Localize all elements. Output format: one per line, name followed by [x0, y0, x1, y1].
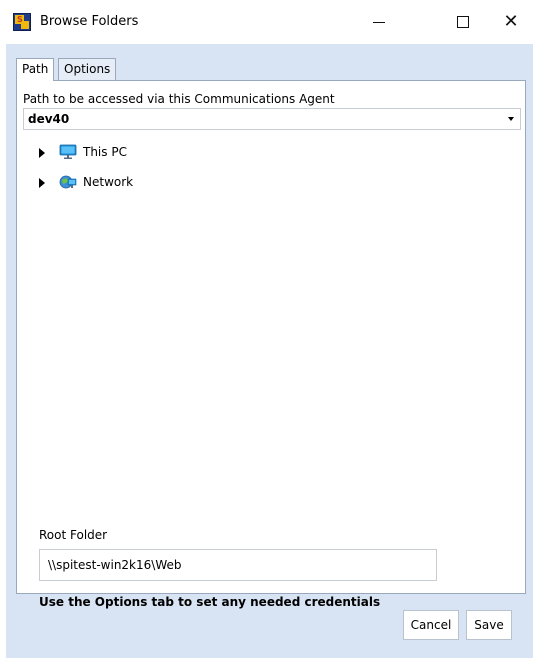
root-folder-input[interactable]: \\spitest-win2k16\Web — [39, 549, 437, 581]
chevron-down-icon[interactable] — [508, 117, 514, 121]
minimize-button[interactable] — [357, 0, 403, 44]
save-button[interactable]: Save — [466, 610, 512, 640]
tab-options[interactable]: Options — [58, 58, 117, 80]
expand-arrow-icon[interactable] — [39, 148, 45, 158]
minimize-icon — [373, 22, 385, 23]
close-button[interactable]: ✕ — [488, 0, 534, 44]
close-icon: ✕ — [503, 11, 519, 32]
tab-options-label: Options — [64, 62, 111, 76]
maximize-button[interactable] — [440, 0, 486, 44]
cancel-button[interactable]: Cancel — [403, 610, 459, 640]
window-title: Browse Folders — [40, 14, 139, 29]
monitor-icon — [59, 144, 77, 159]
tab-path-label: Path — [22, 62, 49, 76]
credentials-hint: Use the Options tab to set any needed cr… — [39, 595, 381, 609]
network-icon — [59, 175, 77, 189]
root-folder-value: \\spitest-win2k16\Web — [48, 558, 182, 572]
path-label: Path to be accessed via this Communicati… — [23, 92, 335, 106]
title-bar: S Browse Folders ✕ — [0, 0, 534, 44]
tab-path[interactable]: Path — [16, 58, 55, 81]
root-folder-label: Root Folder — [39, 528, 108, 542]
tree-item-label: Network — [83, 175, 134, 189]
expand-arrow-icon[interactable] — [39, 178, 45, 188]
dialog-client-area: Path Options Path to be accessed via thi… — [6, 44, 533, 658]
tree-item-label: This PC — [83, 145, 127, 159]
path-tab-panel: Path to be accessed via this Communicati… — [16, 80, 526, 609]
path-dropdown-value: dev40 — [28, 112, 70, 126]
path-dropdown[interactable]: dev40 — [23, 108, 521, 130]
maximize-icon — [457, 16, 469, 28]
app-logo-icon: S — [13, 13, 31, 31]
